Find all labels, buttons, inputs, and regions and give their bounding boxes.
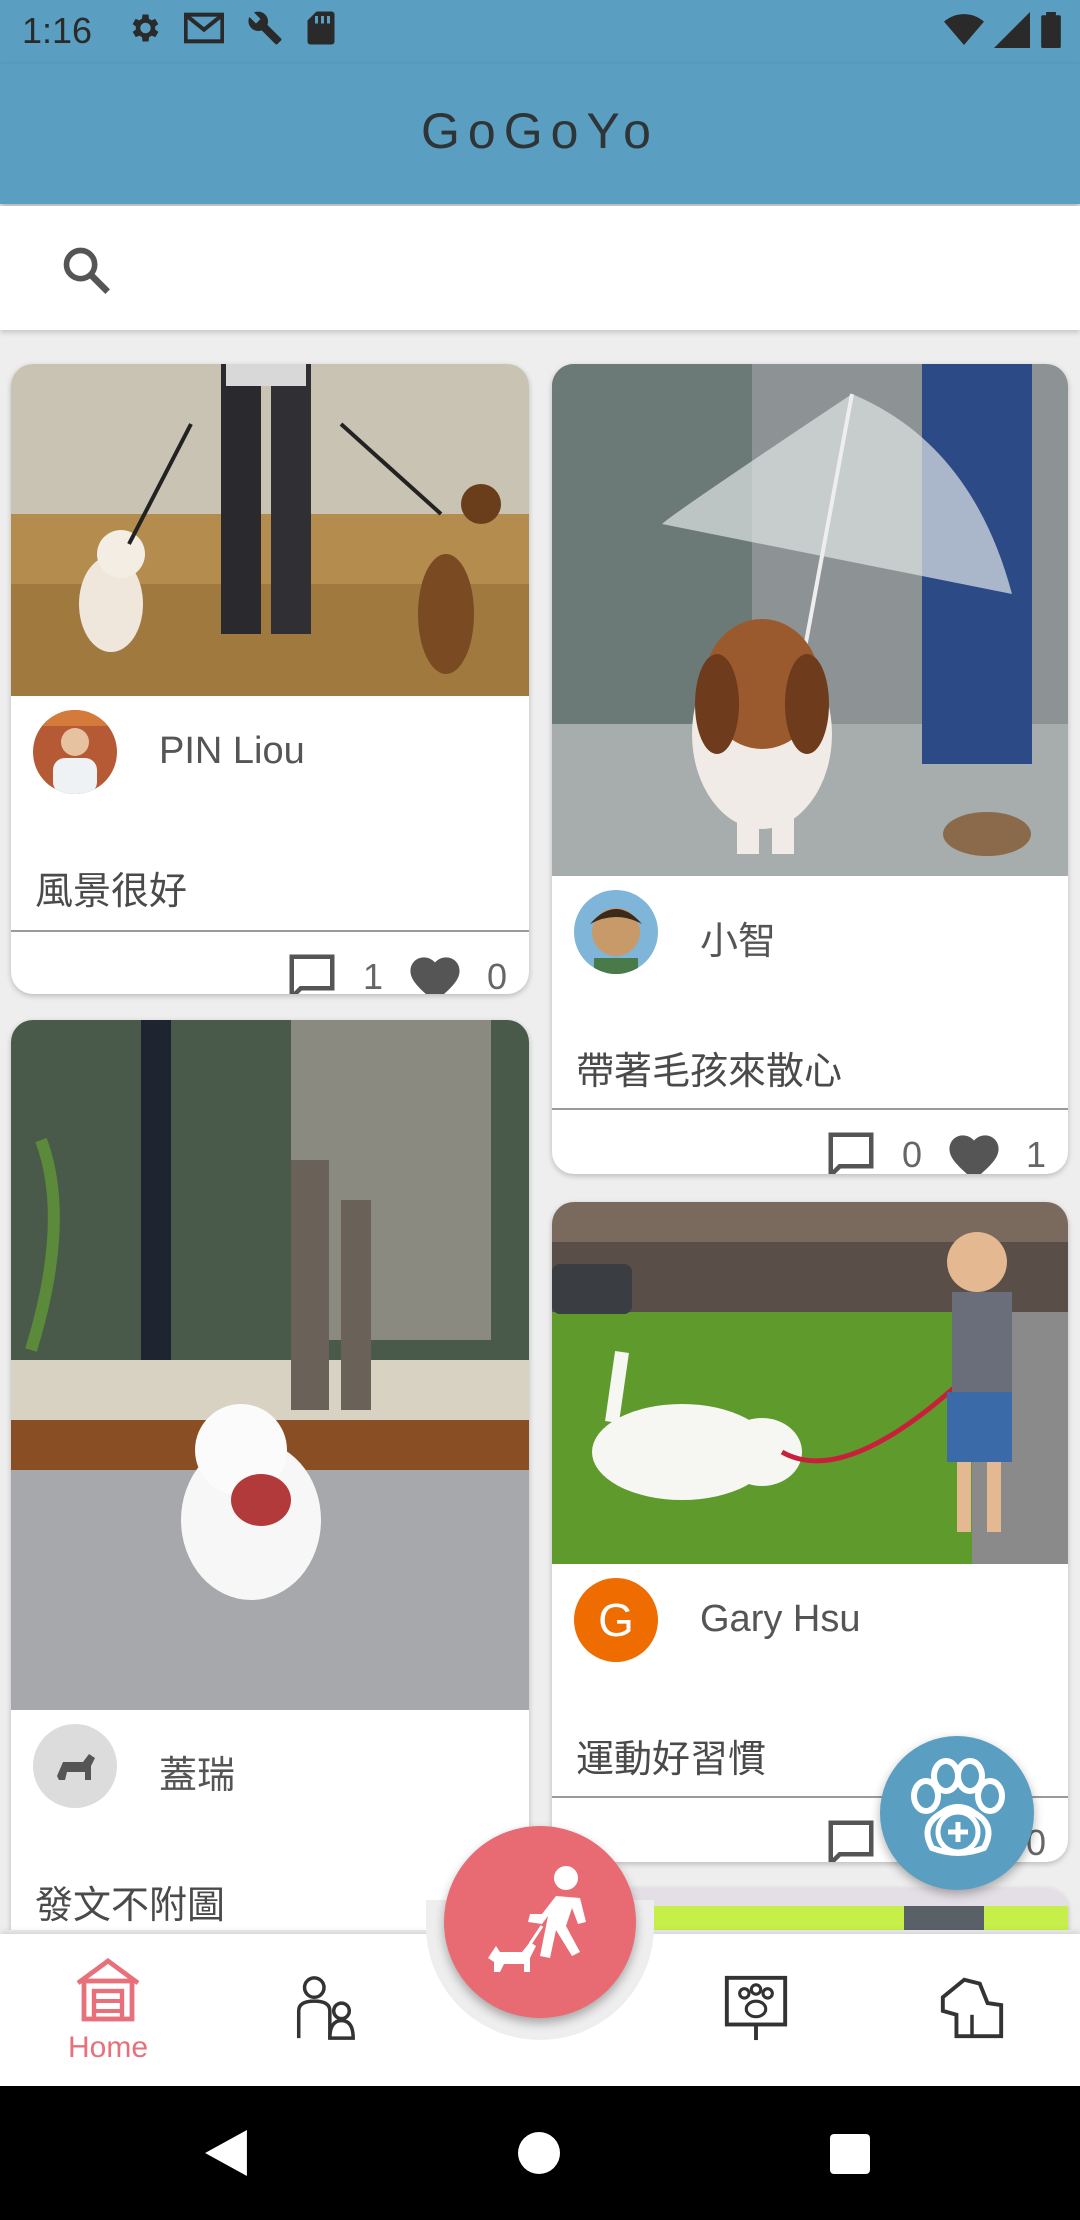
comment-count: 0: [901, 1134, 922, 1174]
nav-my-dog[interactable]: [902, 1972, 1042, 2047]
author-name[interactable]: 小智: [700, 910, 776, 965]
home-icon: [76, 1958, 140, 2022]
battery-icon: [1041, 12, 1061, 48]
post-photo[interactable]: [552, 364, 1068, 876]
like-count: 1: [1025, 1134, 1046, 1174]
back-icon[interactable]: [204, 2130, 248, 2176]
app-bar: GoGoYo: [0, 64, 1080, 204]
search-bar[interactable]: [0, 206, 1080, 330]
status-bar: 1:16: [0, 0, 1080, 64]
like-count: 0: [486, 956, 507, 994]
app-title: GoGoYo: [421, 103, 659, 159]
post-photo[interactable]: [552, 1202, 1068, 1564]
sd-card-icon: [307, 11, 335, 45]
home-circle-icon[interactable]: [518, 2132, 560, 2174]
paw-add-icon: [911, 1758, 1005, 1856]
comment-icon[interactable]: [822, 1816, 880, 1862]
comment-icon[interactable]: [283, 950, 341, 994]
avatar[interactable]: [33, 1724, 117, 1808]
heart-icon[interactable]: [405, 950, 465, 994]
nav-places[interactable]: [686, 1972, 826, 2047]
post-stats: 0 1: [822, 1128, 1046, 1174]
comment-icon[interactable]: [822, 1128, 880, 1174]
system-navigation-bar: [0, 2086, 1080, 2220]
post-photo[interactable]: [11, 1020, 529, 1710]
people-with-dog-icon: [296, 1976, 355, 2040]
post-photo[interactable]: [11, 364, 529, 696]
comment-count: 1: [362, 956, 383, 994]
post-caption: 風景很好: [35, 871, 188, 913]
avatar[interactable]: G: [574, 1578, 658, 1662]
author-name[interactable]: 蓋瑞: [159, 1744, 235, 1799]
search-icon[interactable]: [60, 244, 112, 296]
post-author[interactable]: 蓋瑞: [11, 1710, 529, 1810]
post-caption: 發文不附圖: [35, 1885, 226, 1927]
post-stats: 1 0: [283, 950, 507, 994]
divider: [552, 1108, 1068, 1110]
author-name[interactable]: Gary Hsu: [700, 1598, 860, 1641]
post-feed[interactable]: PIN Liou 風景很好 1 0 小智 帶著毛孩來散心 0 1 蓋瑞 發文不附…: [0, 330, 1080, 1930]
walk-dog-fab-icon: [488, 1866, 586, 1972]
post-card[interactable]: PIN Liou 風景很好 1 0: [11, 364, 529, 994]
gmail-icon: [184, 12, 224, 44]
nav-home[interactable]: Home: [38, 1954, 178, 2065]
post-author[interactable]: PIN Liou: [11, 696, 529, 796]
avatar-letter: G: [598, 1594, 634, 1646]
paw-sign-icon: [724, 1975, 788, 2041]
recents-icon[interactable]: [830, 2134, 870, 2174]
nav-friends[interactable]: [254, 1972, 394, 2047]
post-card[interactable]: 蓋瑞 發文不附圖: [11, 1020, 529, 1930]
gear-icon: [132, 14, 159, 42]
dog-head-icon: [940, 1977, 1004, 2039]
post-author[interactable]: 小智: [552, 876, 1068, 976]
walk-dog-button[interactable]: [444, 1826, 636, 2018]
wrench-icon: [248, 11, 282, 45]
heart-icon[interactable]: [944, 1128, 1004, 1174]
add-post-button[interactable]: [880, 1736, 1034, 1890]
author-name[interactable]: PIN Liou: [159, 730, 305, 773]
post-caption: 運動好習慣: [576, 1739, 767, 1781]
post-card[interactable]: 小智 帶著毛孩來散心 0 1: [552, 364, 1068, 1174]
avatar[interactable]: [574, 890, 658, 974]
nav-label: Home: [67, 2031, 149, 2064]
post-caption: 帶著毛孩來散心: [576, 1051, 843, 1093]
post-author[interactable]: G Gary Hsu: [552, 1564, 1068, 1664]
signal-icon: [994, 12, 1030, 48]
wifi-icon: [944, 14, 984, 45]
status-time: 1:16: [22, 10, 93, 51]
divider: [11, 930, 529, 932]
avatar[interactable]: [33, 710, 117, 794]
search-input[interactable]: [130, 236, 1034, 298]
